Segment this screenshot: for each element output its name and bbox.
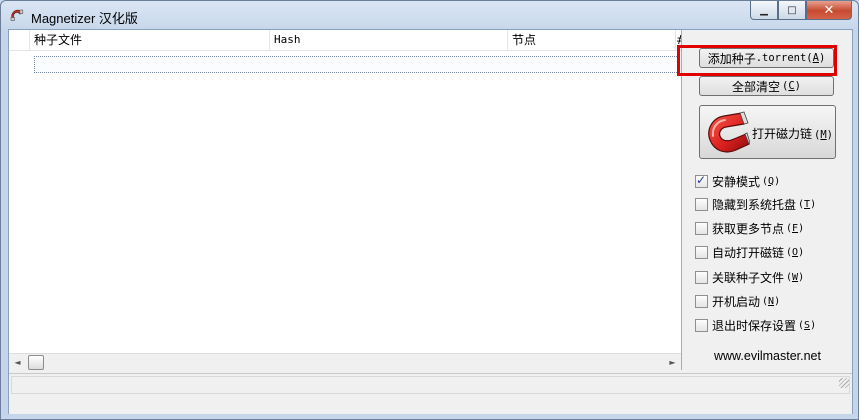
more-nodes-key: F bbox=[792, 222, 799, 234]
clear-all-key: C bbox=[788, 80, 795, 92]
status-bar bbox=[9, 373, 852, 414]
list-item[interactable] bbox=[34, 56, 679, 73]
add-torrent-ext: .torrent bbox=[755, 52, 807, 64]
column-torrent-file[interactable]: 种子文件 bbox=[29, 30, 269, 50]
list-header: 种子文件 Hash 节点 # bbox=[9, 30, 681, 51]
scroll-thumb[interactable] bbox=[28, 355, 44, 370]
add-torrent-key: A bbox=[812, 52, 819, 64]
quiet-mode-key: Q bbox=[768, 175, 775, 187]
status-panel bbox=[11, 376, 850, 394]
app-magnet-icon bbox=[10, 9, 24, 21]
close-button[interactable]: ✕ bbox=[806, 1, 852, 20]
maximize-button[interactable]: □ bbox=[778, 1, 806, 20]
checkbox-box[interactable] bbox=[695, 245, 708, 259]
website-link[interactable]: www.evilmaster.net bbox=[714, 349, 821, 363]
main-window: Magnetizer 汉化版 ▁ □ ✕ 种子文件 Hash 节点 # ◄ ► … bbox=[0, 0, 859, 420]
associate-torrent-label: 关联种子文件 bbox=[712, 270, 785, 285]
open-magnet-key: M bbox=[820, 129, 827, 141]
horizontal-scrollbar[interactable]: ◄ ► bbox=[9, 353, 681, 371]
startup-key: N bbox=[768, 295, 775, 307]
more-nodes-checkbox[interactable]: 获取更多节点 (F) bbox=[695, 219, 804, 237]
startup-label: 开机启动 bbox=[712, 294, 761, 309]
associate-torrent-checkbox[interactable]: 关联种子文件 (W) bbox=[695, 268, 804, 286]
clear-all-button[interactable]: 全部清空 (C) bbox=[699, 76, 834, 96]
open-magnet-button[interactable]: 打开磁力链 (M) bbox=[699, 105, 836, 159]
checkbox-box[interactable] bbox=[695, 294, 708, 308]
clear-all-label: 全部清空 bbox=[732, 79, 781, 94]
checkbox-box[interactable] bbox=[695, 318, 708, 332]
associate-torrent-key: W bbox=[792, 271, 799, 283]
quiet-mode-label: 安静模式 bbox=[712, 174, 761, 189]
column-nodes[interactable]: 节点 bbox=[507, 30, 675, 50]
startup-checkbox[interactable]: 开机启动 (N) bbox=[695, 292, 780, 310]
checkbox-box[interactable] bbox=[695, 221, 708, 235]
add-torrent-button[interactable]: 添加种子 .torrent (A) bbox=[699, 48, 834, 68]
checkbox-box[interactable] bbox=[695, 270, 708, 284]
save-on-exit-label: 退出时保存设置 bbox=[712, 318, 797, 333]
auto-open-magnet-label: 自动打开磁链 bbox=[712, 245, 785, 260]
save-on-exit-key: S bbox=[804, 319, 811, 331]
hide-to-tray-key: T bbox=[804, 198, 811, 210]
more-nodes-label: 获取更多节点 bbox=[712, 221, 785, 236]
auto-open-magnet-key: O bbox=[792, 246, 799, 258]
checkbox-box[interactable] bbox=[695, 197, 708, 211]
torrent-list[interactable]: 种子文件 Hash 节点 # ◄ ► bbox=[9, 30, 682, 371]
auto-open-magnet-checkbox[interactable]: 自动打开磁链 (O) bbox=[695, 243, 804, 261]
open-magnet-label: 打开磁力链 (M) bbox=[752, 127, 833, 141]
hide-to-tray-checkbox[interactable]: 隐藏到系统托盘 (T) bbox=[695, 195, 816, 213]
open-magnet-text: 打开磁力链 bbox=[752, 127, 813, 141]
checkbox-box[interactable] bbox=[695, 173, 708, 188]
column-hash[interactable]: Hash bbox=[269, 30, 507, 50]
minimize-button[interactable]: ▁ bbox=[750, 1, 778, 20]
scroll-right-arrow[interactable]: ► bbox=[664, 354, 681, 371]
window-controls: ▁ □ ✕ bbox=[750, 1, 852, 21]
window-title: Magnetizer 汉化版 bbox=[31, 11, 138, 26]
hide-to-tray-label: 隐藏到系统托盘 bbox=[712, 197, 797, 212]
add-torrent-label: 添加种子 bbox=[707, 51, 756, 66]
resize-grip[interactable] bbox=[839, 378, 849, 388]
quiet-mode-checkbox[interactable]: 安静模式 (Q) bbox=[695, 172, 780, 190]
client-area: 种子文件 Hash 节点 # ◄ ► 添加种子.torrent(A) 全部清空(… bbox=[8, 29, 853, 414]
scroll-left-arrow[interactable]: ◄ bbox=[9, 354, 26, 371]
save-on-exit-checkbox[interactable]: 退出时保存设置 (S) bbox=[695, 316, 816, 334]
title-bar[interactable]: Magnetizer 汉化版 ▁ □ ✕ bbox=[1, 1, 858, 29]
magnet-icon bbox=[708, 111, 750, 153]
